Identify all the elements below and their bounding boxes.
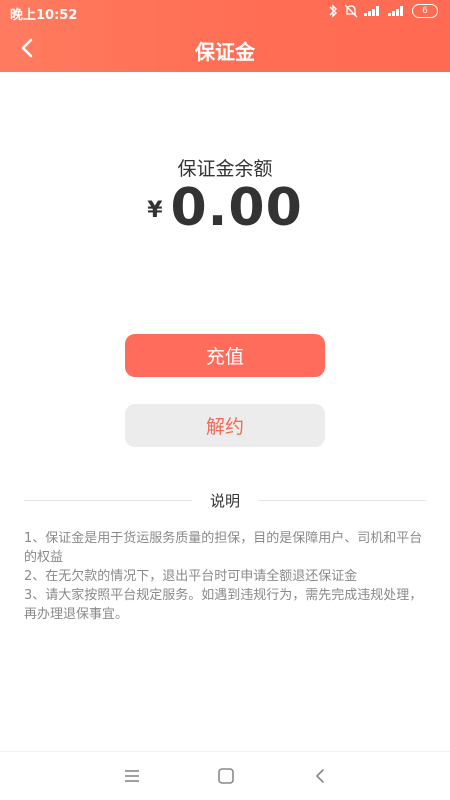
menu-button[interactable]: [122, 766, 142, 786]
balance-label: 保证金余额: [177, 158, 273, 180]
status-bar: 晚上10:52 6: [0, 0, 450, 24]
signal-icon: [364, 6, 382, 16]
status-time: 晚上10:52: [10, 8, 78, 23]
notes-list: 1、保证金是用于货运服务质量的担保，目的是保障用户、司机和平台的权益 2、在无欠…: [24, 529, 428, 624]
navigation-bar: 保证金: [0, 26, 450, 70]
cancel-contract-button[interactable]: 解约: [125, 404, 325, 447]
note-item: 1、保证金是用于货运服务质量的担保，目的是保障用户、司机和平台的权益: [24, 531, 423, 565]
note-item: 2、在无欠款的情况下，退出平台时可申请全额退还保证金: [24, 569, 358, 584]
balance-amount: ¥0.00: [0, 178, 450, 238]
bluetooth-icon: [329, 4, 337, 18]
system-back-icon: [316, 769, 324, 783]
battery-icon: 6: [412, 4, 438, 18]
mute-icon: [344, 4, 358, 18]
currency-symbol: ¥: [147, 198, 163, 223]
status-icons: 6: [328, 4, 438, 18]
home-icon: [218, 768, 234, 784]
system-navigation-bar: [0, 751, 450, 800]
menu-icon: [125, 770, 139, 782]
page-title: 保证金: [195, 40, 255, 64]
home-button[interactable]: [216, 766, 236, 786]
amount-value: 0.00: [170, 178, 303, 238]
divider-right: [258, 500, 426, 501]
signal-icon-2: [388, 6, 406, 16]
recharge-button[interactable]: 充值: [125, 334, 325, 377]
app-header: 晚上10:52 6 保证金: [0, 0, 450, 72]
note-item: 3、请大家按照平台规定服务。如遇到违规行为，需先完成违规处理，再办理退保事宜。: [24, 588, 423, 622]
system-back-button[interactable]: [310, 766, 330, 786]
